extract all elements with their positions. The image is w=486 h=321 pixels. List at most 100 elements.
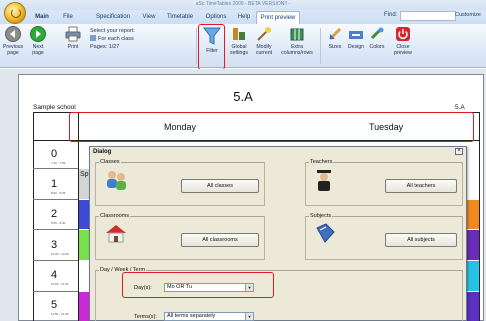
select-report-label: Select your report: xyxy=(90,28,135,34)
previous-page-label: Previous page xyxy=(2,44,24,56)
next-page-label: Next page xyxy=(32,44,44,56)
find-input[interactable] xyxy=(400,11,456,21)
title-bar: aSc TimeTables 2009 - BETA VERSION!! - xyxy=(0,0,486,10)
design-brush-icon xyxy=(349,31,363,39)
lesson-cell[interactable] xyxy=(467,169,479,199)
period-row: 0 7:10 - 7:55 xyxy=(33,148,78,165)
report-icon xyxy=(90,35,96,41)
lesson-cell[interactable] xyxy=(467,200,479,229)
period-row: 1 8:00 - 8:45 xyxy=(33,178,78,195)
tab-file[interactable]: File xyxy=(60,11,76,24)
window-title: aSc TimeTables 2009 - BETA VERSION!! - xyxy=(195,1,291,7)
extra-columns-rows-label: Extra columns/rows xyxy=(281,44,313,56)
arrow-left-icon xyxy=(5,26,21,42)
global-settings-button[interactable]: Global settings xyxy=(228,26,250,56)
tab-help[interactable]: Help xyxy=(236,11,252,24)
chevron-down-icon[interactable]: ▼ xyxy=(245,313,253,320)
filter-highlight xyxy=(198,24,225,70)
app-menu-orb-icon[interactable] xyxy=(4,2,26,24)
period-time: 7:10 - 7:55 xyxy=(51,161,66,165)
design-button[interactable]: Design xyxy=(346,26,366,50)
period-number: 4 xyxy=(51,269,58,281)
color-palette-icon xyxy=(370,27,384,40)
printer-icon xyxy=(65,26,81,42)
period-number: 5 xyxy=(51,299,58,311)
days-highlight xyxy=(69,112,474,142)
arrow-right-icon xyxy=(30,26,46,42)
row-divider xyxy=(33,199,78,200)
print-preview-toolbar: Previous page Next page Print Select you… xyxy=(0,24,486,68)
terms-label: Terms(s): xyxy=(134,314,157,320)
classrooms-group: Classrooms All classrooms xyxy=(95,213,265,260)
terms-select[interactable]: All terms separately ▼ xyxy=(164,312,254,321)
ruler-sizes-icon xyxy=(328,27,342,41)
tab-view[interactable]: View xyxy=(140,11,158,24)
period-row: 4 10:55 - 11:40 xyxy=(33,269,78,286)
all-teachers-button[interactable]: All teachers xyxy=(385,179,457,193)
tab-timetable[interactable]: Timetable xyxy=(164,11,196,24)
modify-current-button[interactable]: Modify current xyxy=(253,26,275,56)
toolbar-separator xyxy=(320,28,321,64)
row-divider xyxy=(33,260,78,261)
dialog-close-button[interactable]: × xyxy=(455,148,463,155)
teachers-group-title: Teachers xyxy=(309,159,334,165)
close-preview-label: Close preview xyxy=(394,44,412,56)
days-select-highlight xyxy=(122,272,274,298)
table-columns-icon xyxy=(290,28,304,41)
for-each-class-label: For each class xyxy=(98,36,134,42)
for-each-class-option[interactable]: For each class xyxy=(90,35,135,43)
pages-indicator: Pages: 1/27 xyxy=(90,44,120,50)
next-page-button[interactable]: Next page xyxy=(27,26,49,56)
wand-edit-icon xyxy=(257,27,271,41)
settings-tools-icon xyxy=(233,28,245,40)
period-number: 1 xyxy=(51,178,58,190)
all-subjects-button[interactable]: All subjects xyxy=(385,233,457,247)
print-button[interactable]: Print xyxy=(63,26,83,50)
tab-options[interactable]: Options xyxy=(203,11,229,24)
tab-main[interactable]: Main xyxy=(32,11,52,24)
subjects-group: Subjects All subjects xyxy=(305,213,463,260)
sizes-label: Sizes xyxy=(328,44,342,50)
school-name: Sample school xyxy=(33,104,76,111)
colors-label: Colors xyxy=(369,44,385,50)
period-number: 3 xyxy=(51,239,58,251)
period-row: 3 10:00 - 10:45 xyxy=(33,239,78,256)
sizes-button[interactable]: Sizes xyxy=(326,26,344,50)
tab-specification[interactable]: Specification xyxy=(90,11,136,24)
toolbar-separator xyxy=(196,28,197,64)
design-label: Design xyxy=(347,44,365,50)
period-number: 2 xyxy=(51,208,58,220)
extra-columns-rows-button[interactable]: Extra columns/rows xyxy=(279,26,315,56)
tab-print-preview[interactable]: Print preview xyxy=(256,11,300,24)
row-divider xyxy=(33,229,78,230)
previous-page-button[interactable]: Previous page xyxy=(2,26,24,56)
lesson-cell[interactable] xyxy=(467,292,479,321)
period-time: 8:55 - 9:40 xyxy=(51,221,66,225)
page-class-label: 5.A xyxy=(455,104,465,111)
period-time: 10:00 - 10:45 xyxy=(51,252,69,256)
period-row: 5 11:50 - 12:35 xyxy=(33,299,78,316)
colors-button[interactable]: Colors xyxy=(367,26,387,50)
global-settings-label: Global settings xyxy=(230,44,248,56)
lesson-cell[interactable] xyxy=(467,261,479,291)
customize-link[interactable]: Customize xyxy=(455,12,481,18)
all-classes-button[interactable]: All classes xyxy=(181,179,259,193)
lesson-cell[interactable] xyxy=(467,230,479,260)
report-select-group: Select your report: For each class Pages… xyxy=(90,27,135,51)
all-classrooms-button[interactable]: All classrooms xyxy=(181,233,259,247)
teachers-group: Teachers All teachers xyxy=(305,159,463,206)
people-class-icon xyxy=(107,171,126,190)
subjects-group-title: Subjects xyxy=(309,213,333,219)
classes-group: Classes All classes xyxy=(95,159,265,206)
book-subject-icon xyxy=(316,223,335,243)
period-time: 11:50 - 12:35 xyxy=(51,312,69,316)
print-label: Print xyxy=(67,44,79,50)
row-divider xyxy=(33,291,78,292)
period-row: 2 8:55 - 9:40 xyxy=(33,208,78,225)
lesson-label: Sp xyxy=(80,171,89,178)
power-close-icon xyxy=(396,27,410,41)
teacher-icon xyxy=(317,170,331,191)
classrooms-group-title: Classrooms xyxy=(99,213,131,219)
row-divider xyxy=(33,168,78,169)
close-preview-button[interactable]: Close preview xyxy=(390,26,416,56)
